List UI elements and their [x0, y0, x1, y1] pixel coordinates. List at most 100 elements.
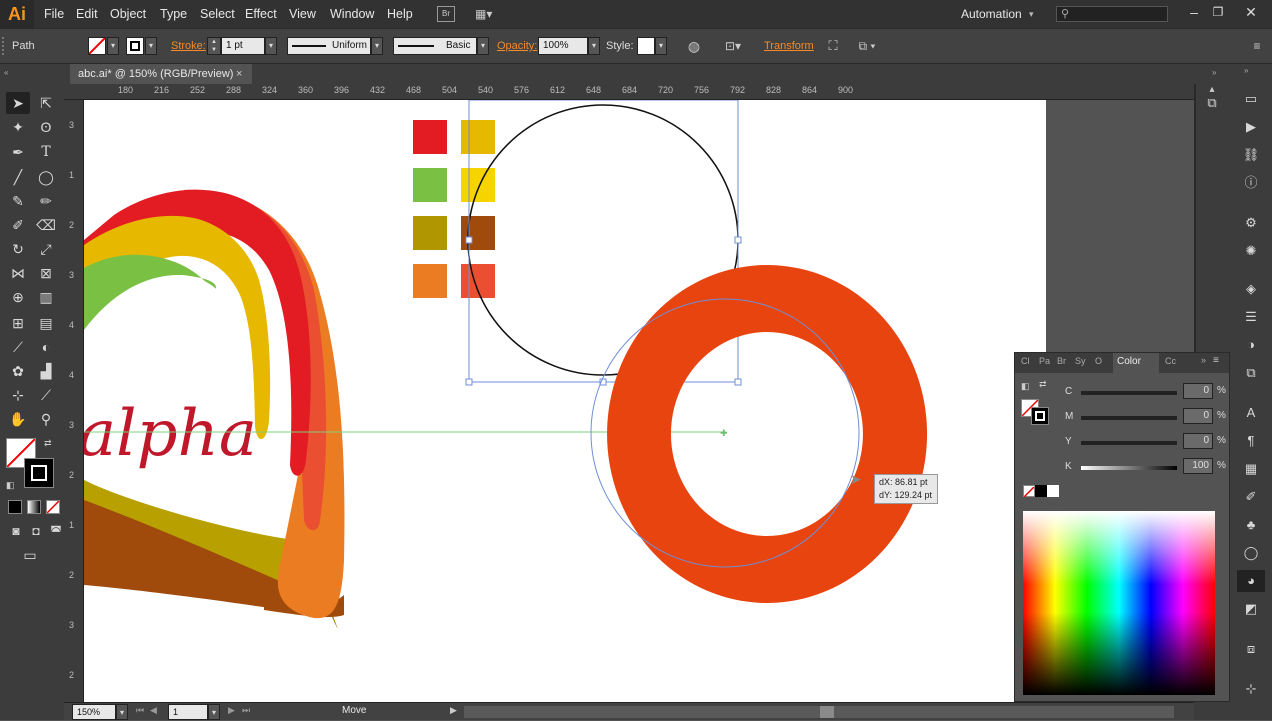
eraser-tool-icon[interactable]: ⌫ — [34, 214, 58, 236]
channel-slider-y[interactable] — [1081, 441, 1177, 445]
control-menu-icon[interactable]: ≡ — [1248, 37, 1266, 55]
menu-help[interactable]: Help — [387, 0, 413, 28]
channel-slider-m[interactable] — [1081, 416, 1177, 420]
column-graph-tool-icon[interactable]: ▟ — [34, 360, 58, 382]
search-input[interactable]: ⚲ — [1056, 6, 1168, 22]
appearance-panel-icon[interactable]: ⚙ — [1237, 212, 1265, 234]
collapse-toolbox-icon[interactable]: « — [4, 68, 8, 77]
last-artboard-icon[interactable]: ⏭ — [242, 705, 250, 716]
pathfinder-panel-icon[interactable]: ⧉ — [1237, 362, 1265, 384]
swatch-green[interactable] — [413, 168, 447, 202]
artboard-dropdown[interactable]: ▾ — [208, 704, 220, 720]
stroke-panel-icon[interactable]: ◯ — [1237, 542, 1265, 564]
graphic-styles-panel-icon[interactable]: ✺ — [1237, 240, 1265, 262]
slice-tool-icon[interactable]: ⟋ — [34, 384, 58, 406]
arrange-icon[interactable]: ⧉ ▾ — [852, 37, 882, 55]
swatch-olive[interactable] — [413, 216, 447, 250]
lasso-tool-icon[interactable]: ʘ — [34, 116, 58, 138]
brush-dropdown[interactable]: ▾ — [477, 37, 489, 55]
panel-tab[interactable]: O — [1095, 356, 1102, 366]
stroke-color-box[interactable] — [24, 458, 54, 488]
stroke-swatch[interactable] — [126, 37, 144, 55]
variable-width-profile[interactable]: Uniform — [287, 37, 371, 55]
magic-wand-tool-icon[interactable]: ✦ — [6, 116, 30, 138]
pencil-tool-icon[interactable]: ✏ — [34, 190, 58, 212]
gradient-mode-icon[interactable] — [27, 500, 41, 514]
panel-menu-icon[interactable]: ≡ — [1213, 355, 1219, 366]
symbols-panel-icon[interactable]: ♣ — [1237, 514, 1265, 536]
document-tab[interactable]: abc.ai* @ 150% (RGB/Preview) × — [70, 64, 252, 84]
channel-value-m[interactable]: 0 — [1183, 408, 1213, 424]
menu-edit[interactable]: Edit — [76, 0, 98, 28]
collapse-dock-icon[interactable]: » — [1212, 68, 1216, 77]
menu-file[interactable]: File — [44, 0, 64, 28]
blob-brush-tool-icon[interactable]: ✐ — [6, 214, 30, 236]
menu-window[interactable]: Window — [330, 0, 374, 28]
zoom-tool-icon[interactable]: ⚲ — [34, 408, 58, 430]
dock-collapse-icon[interactable]: » — [1244, 66, 1248, 75]
direct-selection-tool-icon[interactable]: ⇱ — [34, 92, 58, 114]
ellipse-tool-icon[interactable]: ◯ — [34, 166, 58, 188]
panel-tab[interactable]: Sy — [1075, 356, 1086, 366]
opacity-field[interactable]: 100% — [538, 37, 588, 55]
stroke-dropdown[interactable]: ▾ — [145, 37, 157, 55]
isolate-icon[interactable]: ⛶ — [824, 37, 842, 55]
paragraph-panel-icon[interactable]: ¶ — [1237, 430, 1265, 452]
blend-tool-icon[interactable]: ◐ — [34, 336, 58, 358]
artboard-navigator-icon[interactable]: ⧉ — [1198, 92, 1226, 114]
gradient-panel-icon[interactable]: ◩ — [1237, 598, 1265, 620]
navigator-panel-icon[interactable]: ⧈ — [1237, 638, 1265, 660]
zoom-dropdown[interactable]: ▾ — [116, 704, 128, 720]
alpha-logo-artwork[interactable]: alpha — [84, 189, 345, 660]
first-artboard-icon[interactable]: ⏮ — [136, 705, 144, 716]
brushes-panel-icon[interactable]: ✐ — [1237, 486, 1265, 508]
brush-definition[interactable]: Basic — [393, 37, 477, 55]
swatches-panel-icon[interactable]: ▦ — [1237, 458, 1265, 480]
workspace-chevron-icon[interactable]: ▾ — [1029, 0, 1034, 28]
horizontal-scroll-thumb[interactable] — [820, 706, 834, 718]
free-transform-tool-icon[interactable]: ⊠ — [34, 262, 58, 284]
channel-value-y[interactable]: 0 — [1183, 433, 1213, 449]
panel-tab[interactable]: Cl — [1021, 356, 1030, 366]
menu-effect[interactable]: Effect — [245, 0, 277, 28]
recolor-artwork-icon[interactable]: ◍ — [685, 37, 703, 55]
menu-view[interactable]: View — [289, 0, 316, 28]
color-panel-icon[interactable]: ◕ — [1237, 570, 1265, 592]
restore-icon[interactable]: ❐ — [1208, 2, 1228, 22]
graphic-style-swatch[interactable] — [637, 37, 655, 55]
quick-black-swatch[interactable] — [1035, 485, 1047, 497]
stroke-weight-stepper[interactable]: ▲ ▼ — [207, 37, 221, 55]
stroke-label[interactable]: Stroke: — [171, 38, 206, 54]
swatch-orange[interactable] — [413, 264, 447, 298]
none-mode-icon[interactable] — [46, 500, 60, 514]
artboards-panel-icon[interactable]: ▭ — [1237, 88, 1265, 110]
character-panel-icon[interactable]: A — [1237, 402, 1265, 424]
channel-slider-c[interactable] — [1081, 391, 1177, 395]
mesh-tool-icon[interactable]: ⊞ — [6, 312, 30, 334]
fill-dropdown[interactable]: ▾ — [107, 37, 119, 55]
panel-tab[interactable]: Pa — [1039, 356, 1050, 366]
paintbrush-tool-icon[interactable]: ✎ — [6, 190, 30, 212]
transform-panel-icon[interactable]: ⊹ — [1237, 678, 1265, 700]
stroke-weight-dropdown[interactable]: ▾ — [265, 37, 277, 55]
swatch-red[interactable] — [413, 120, 447, 154]
transform-link[interactable]: Transform — [764, 38, 814, 54]
quick-white-swatch[interactable] — [1047, 485, 1059, 497]
alpha-text[interactable]: alpha — [84, 397, 257, 471]
bridge-icon[interactable]: Br — [437, 6, 455, 22]
selection-handle[interactable] — [734, 378, 742, 386]
menu-type[interactable]: Type — [160, 0, 187, 28]
panel-tab[interactable]: Br — [1057, 356, 1066, 366]
graphic-style-dropdown[interactable]: ▾ — [655, 37, 667, 55]
default-fill-stroke-icon[interactable]: ◧ — [6, 480, 15, 491]
swatch-gold[interactable] — [461, 120, 495, 154]
minimize-icon[interactable]: – — [1184, 2, 1204, 22]
selection-handle[interactable] — [465, 378, 473, 386]
shape-builder-tool-icon[interactable]: ⊕ — [6, 286, 30, 308]
pen-tool-icon[interactable]: ✒ — [6, 141, 30, 163]
document-info-panel-icon[interactable]: ⓘ — [1237, 172, 1265, 194]
horizontal-scrollbar[interactable] — [464, 706, 1174, 718]
workspace-switcher[interactable]: Automation — [961, 0, 1022, 28]
quick-none-swatch[interactable] — [1023, 485, 1035, 498]
perspective-grid-tool-icon[interactable]: ▥ — [34, 286, 58, 308]
